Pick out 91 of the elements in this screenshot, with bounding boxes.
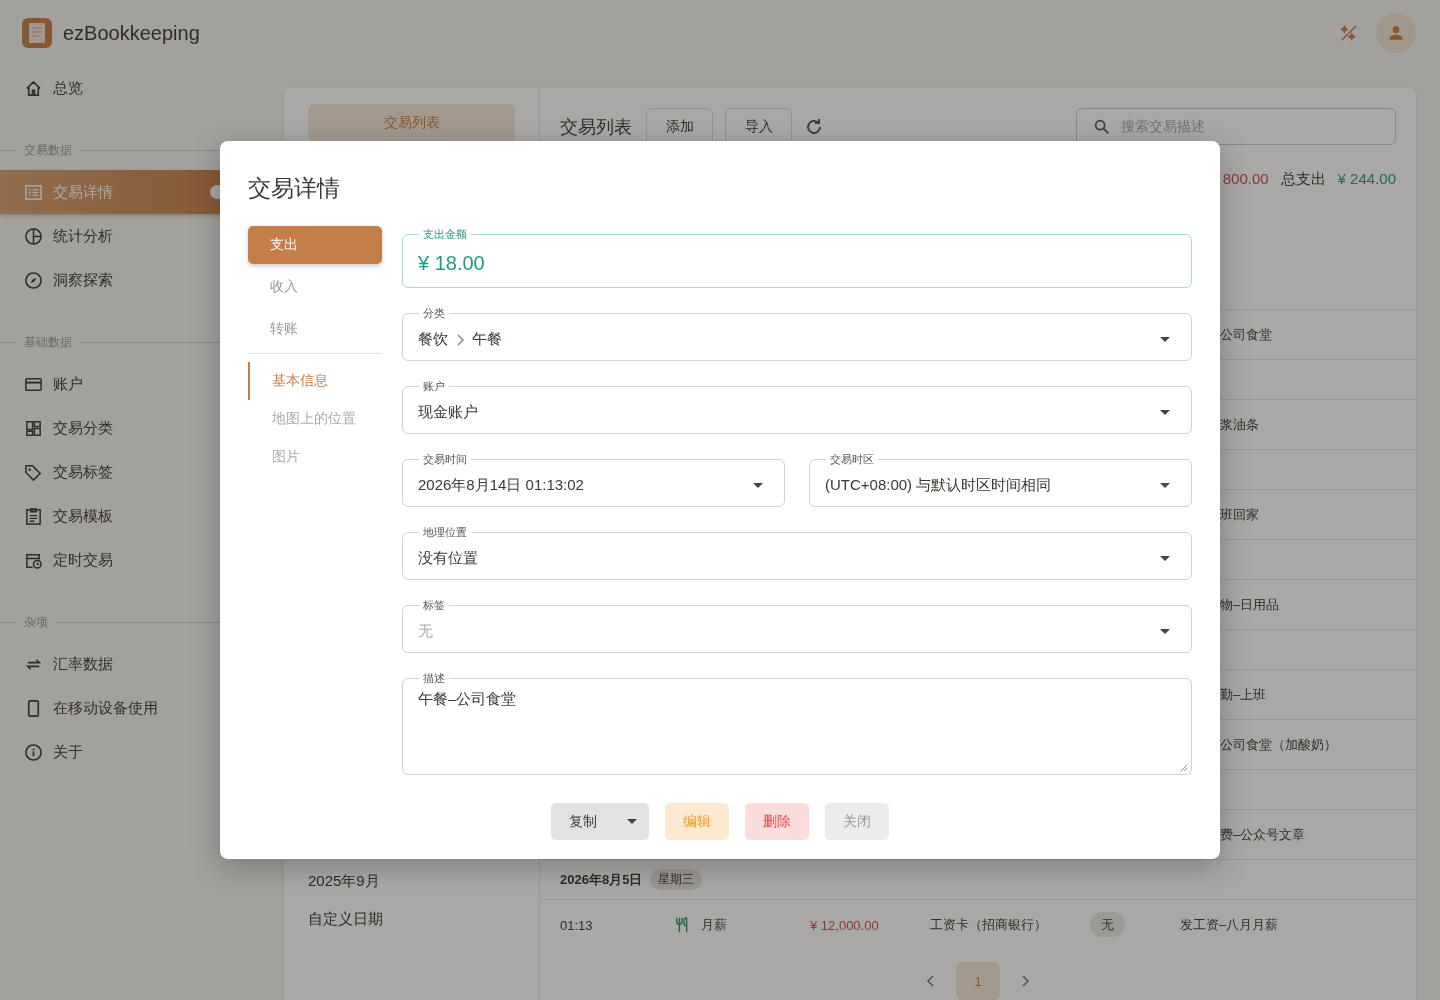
description-cell-text: 发工资–八月月薪	[1180, 916, 1280, 934]
theme-icon[interactable]	[1338, 22, 1360, 44]
expense-label: 总支出	[1280, 170, 1326, 189]
amount-cell-text: ¥ 12,000.00	[810, 917, 880, 933]
caret-icon	[1160, 555, 1170, 562]
description-cell: 勤–上班	[1220, 685, 1267, 704]
previous-page-icon[interactable]	[926, 974, 936, 988]
field-value: 2026年8月14日 01:13:02	[418, 476, 584, 495]
time-select[interactable]: 交易时间 2026年8月14日 01:13:02	[402, 451, 785, 507]
app-name: ezBookkeeping	[63, 21, 200, 45]
info-icon	[24, 742, 43, 762]
nav-item[interactable]: 交易标签	[0, 450, 240, 494]
amount-field[interactable]: 支出金额 ¥ 18.00	[402, 226, 1192, 288]
timezone-select[interactable]: 交易时区 (UTC+08:00) 与默认时区时间相同	[809, 451, 1192, 507]
caret-icon	[627, 818, 637, 825]
type-tab[interactable]: 转账	[248, 310, 382, 348]
description-cell: 物–日用品	[1220, 595, 1280, 614]
dropdown-button[interactable]	[615, 803, 649, 840]
description-cell: 公司食堂	[1220, 325, 1272, 344]
caret-icon	[1160, 336, 1170, 343]
nav-item[interactable]: 交易模板	[0, 494, 240, 538]
account-select[interactable]: 账户 现金账户	[402, 378, 1192, 434]
category-cell: 月薪	[701, 916, 727, 934]
nav-item[interactable]: 统计分析	[0, 214, 240, 258]
field-label: 交易时区	[829, 452, 875, 467]
dialog-title: 交易详情	[248, 174, 341, 203]
month-item[interactable]: 自定义日期	[308, 900, 515, 938]
caret-icon	[1160, 409, 1170, 416]
type-tab[interactable]: 支出	[248, 226, 382, 264]
tags-select[interactable]: 标签 无	[402, 597, 1192, 653]
avatar-button[interactable]	[1376, 13, 1416, 53]
date-heading: 2026年8月5日	[560, 870, 643, 889]
weekday-chip: 星期三	[650, 869, 703, 890]
description-cell: 费–公众号文章	[1220, 825, 1306, 844]
category-select[interactable]: 分类 餐饮 午餐	[402, 305, 1192, 361]
next-page-icon[interactable]	[1020, 974, 1030, 988]
nav-item[interactable]: 定时交易	[0, 538, 240, 582]
nav-item[interactable]: 汇率数据	[0, 642, 240, 686]
time-cell-text: 01:13	[560, 917, 594, 933]
field-label: 账户	[422, 379, 446, 394]
field-label: 支出金额	[422, 227, 468, 242]
nav-item[interactable]: 账户	[0, 362, 240, 406]
home-icon	[24, 78, 43, 98]
action-button[interactable]: 删除	[745, 803, 809, 840]
location-select[interactable]: 地理位置 没有位置	[402, 524, 1192, 580]
chart-icon	[24, 226, 43, 246]
description-field[interactable]: 描述 午餐–公司食堂	[402, 670, 1192, 775]
month-item[interactable]: 2025年9月	[308, 862, 515, 900]
field-value: (UTC+08:00) 与默认时区时间相同	[825, 476, 1052, 495]
field-label: 交易时间	[422, 452, 468, 467]
nav-item[interactable]: 交易分类	[0, 406, 240, 450]
income-total: 800.00	[1222, 170, 1269, 189]
subcategory-value: 午餐	[472, 330, 502, 349]
compass-icon	[24, 270, 43, 290]
list-icon	[24, 182, 43, 202]
refresh-icon[interactable]	[804, 116, 824, 137]
chevron-icon	[456, 333, 464, 346]
clipboard-icon	[24, 506, 43, 526]
tag-chip: 无	[1090, 912, 1125, 937]
caret-icon	[753, 482, 763, 489]
field-value: 现金账户	[418, 403, 478, 422]
field-placeholder: 无	[418, 622, 433, 641]
nav-item[interactable]: 洞察探索	[0, 258, 240, 302]
description-cell: 公司食堂（加酸奶）	[1220, 735, 1337, 754]
person-icon	[1386, 23, 1406, 43]
field-value: 没有位置	[418, 549, 478, 568]
description-cell: 班回家	[1220, 505, 1259, 524]
tag-icon	[24, 462, 43, 482]
category-value: 餐饮	[418, 330, 448, 349]
type-tab[interactable]: 收入	[248, 268, 382, 306]
caret-icon	[1160, 628, 1170, 635]
app-logo-icon	[22, 18, 52, 48]
expense-total: ¥ 244.00	[1337, 170, 1396, 189]
grid-icon	[24, 418, 43, 438]
field-label: 分类	[422, 306, 446, 321]
resize-grip-icon	[1180, 764, 1188, 772]
nav-item[interactable]: 在移动设备使用	[0, 686, 240, 730]
field-label: 描述	[422, 671, 446, 686]
description-cell: 浆油条	[1220, 415, 1259, 434]
field-label: 标签	[422, 598, 446, 613]
nav-item[interactable]: 关于	[0, 730, 240, 774]
caret-icon	[1160, 482, 1170, 489]
search-icon	[1093, 117, 1111, 136]
amount-value: ¥ 18.00	[418, 252, 485, 275]
copy-button[interactable]: 复制	[551, 803, 615, 840]
nav-item[interactable]: 总览	[0, 66, 240, 110]
account-cell-text: 工资卡（招商银行）	[930, 916, 1048, 934]
field-label: 地理位置	[422, 525, 468, 540]
field-value: 午餐–公司食堂	[418, 690, 517, 709]
section-tab[interactable]: 基本信息	[248, 362, 382, 400]
list-title: 交易列表	[560, 115, 632, 139]
